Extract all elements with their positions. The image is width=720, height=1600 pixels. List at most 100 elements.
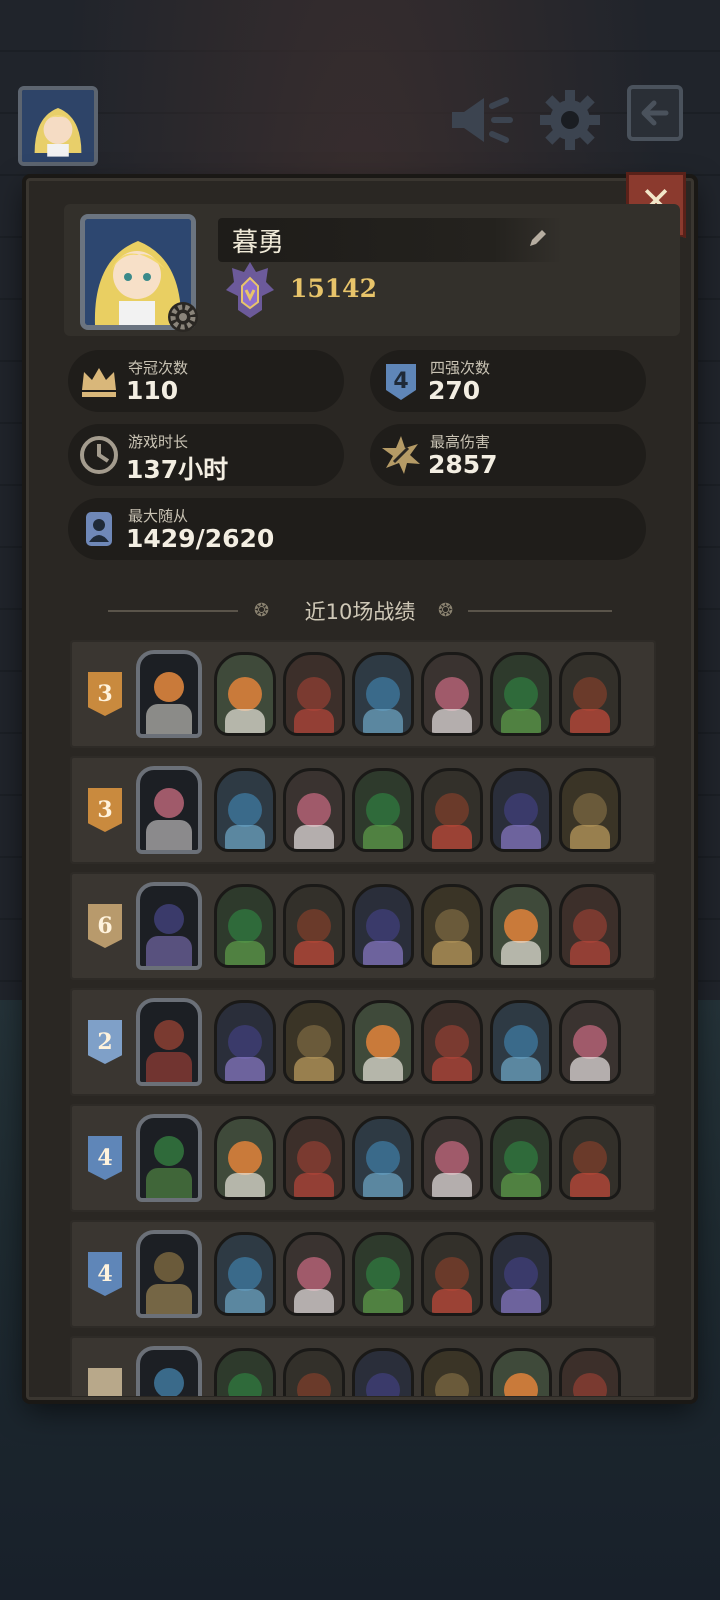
crown-icon — [82, 368, 116, 397]
rank-emblem-icon — [222, 258, 278, 322]
minion-portrait[interactable] — [421, 1000, 483, 1084]
minion-portrait[interactable] — [283, 884, 345, 968]
player-avatar-icon — [22, 90, 94, 162]
gear-icon — [540, 90, 600, 150]
minion-portrait[interactable] — [559, 1000, 621, 1084]
minion-portrait[interactable] — [214, 884, 276, 968]
stat-value: 1429/2620 — [126, 524, 275, 553]
exit-arrow-icon — [627, 85, 683, 141]
match-row[interactable]: 4 — [70, 1220, 656, 1328]
minion-face — [573, 677, 607, 711]
minion-portrait[interactable] — [421, 652, 483, 736]
minion-body — [225, 825, 265, 849]
hero-portrait[interactable] — [136, 882, 202, 970]
minion-portrait[interactable] — [421, 1348, 483, 1396]
stat-label: 游戏时长 — [128, 433, 189, 451]
minion-portrait[interactable] — [490, 768, 552, 852]
minion-face — [573, 1373, 607, 1396]
top4-shield-icon: 4 — [386, 364, 416, 400]
minion-portrait[interactable] — [214, 652, 276, 736]
minion-portrait[interactable] — [283, 652, 345, 736]
placement-number: 4 — [97, 1261, 113, 1287]
edit-name-button[interactable] — [526, 226, 550, 250]
minion-body — [294, 709, 334, 733]
minion-portrait[interactable] — [352, 1348, 414, 1396]
minion-portrait[interactable] — [283, 1232, 345, 1316]
minion-portrait[interactable] — [559, 1348, 621, 1396]
stat-value: 110 — [126, 376, 179, 405]
minion-portrait[interactable] — [283, 1348, 345, 1396]
minion-portrait[interactable] — [490, 884, 552, 968]
hero-portrait[interactable] — [136, 1230, 202, 1318]
minion-face — [366, 677, 400, 711]
minion-portrait[interactable] — [283, 1116, 345, 1200]
settings-button[interactable] — [536, 88, 604, 152]
minion-portrait[interactable] — [214, 1232, 276, 1316]
minion-body — [501, 825, 541, 849]
minion-portrait[interactable] — [352, 884, 414, 968]
minion-body — [432, 825, 472, 849]
player-name-field[interactable]: 暮勇 — [218, 218, 562, 262]
hero-portrait[interactable] — [136, 1114, 202, 1202]
minion-face — [504, 909, 538, 943]
svg-text:4: 4 — [393, 369, 408, 394]
minion-portrait[interactable] — [490, 1000, 552, 1084]
minion-portrait[interactable] — [352, 768, 414, 852]
minion-portrait[interactable] — [421, 768, 483, 852]
minion-body — [363, 941, 403, 965]
minion-portrait[interactable] — [559, 884, 621, 968]
minion-body — [432, 941, 472, 965]
match-row[interactable]: 2 — [70, 988, 656, 1096]
minion-portrait[interactable] — [421, 1232, 483, 1316]
minion-portrait[interactable] — [421, 884, 483, 968]
minion-portrait[interactable] — [283, 768, 345, 852]
minion-portrait[interactable] — [490, 1116, 552, 1200]
hero-portrait[interactable] — [136, 650, 202, 738]
minion-portrait[interactable] — [490, 1232, 552, 1316]
minion-face — [504, 1373, 538, 1396]
player-avatar-button[interactable] — [18, 86, 98, 166]
match-row[interactable]: 3 — [70, 756, 656, 864]
minion-body — [570, 1173, 610, 1197]
minion-portrait[interactable] — [214, 1348, 276, 1396]
minion-portrait[interactable] — [214, 1000, 276, 1084]
minion-body — [225, 941, 265, 965]
minion-body — [294, 1057, 334, 1081]
minion-portrait[interactable] — [214, 1116, 276, 1200]
minion-face — [228, 1141, 262, 1175]
minion-portrait[interactable] — [352, 1116, 414, 1200]
minion-portrait[interactable] — [421, 1116, 483, 1200]
minion-portrait[interactable] — [214, 768, 276, 852]
minion-portrait[interactable] — [352, 1232, 414, 1316]
hero-portrait[interactable] — [136, 766, 202, 854]
minion-face — [435, 1025, 469, 1059]
minion-face — [504, 793, 538, 827]
minion-portrait[interactable] — [559, 768, 621, 852]
minion-body — [294, 825, 334, 849]
match-row[interactable]: 6 — [70, 872, 656, 980]
recent-matches-list[interactable]: 3 3 6 2 4 4 — [66, 640, 656, 1396]
minion-portrait[interactable] — [559, 652, 621, 736]
minion-portrait[interactable] — [283, 1000, 345, 1084]
placement-number: 2 — [97, 1029, 113, 1055]
match-row[interactable] — [70, 1336, 656, 1396]
hero-portrait[interactable] — [136, 998, 202, 1086]
stat-label: 四强次数 — [430, 359, 491, 377]
match-row[interactable]: 4 — [70, 1104, 656, 1212]
minion-face — [435, 1373, 469, 1396]
hero-portrait[interactable] — [136, 1346, 202, 1396]
minion-portrait[interactable] — [352, 1000, 414, 1084]
avatar-settings-badge[interactable] — [166, 300, 200, 334]
minion-portrait[interactable] — [559, 1116, 621, 1200]
minion-portrait[interactable] — [490, 652, 552, 736]
match-row[interactable]: 3 — [70, 640, 656, 748]
stat-playtime: 游戏时长 137小时 — [68, 424, 344, 486]
minion-portrait[interactable] — [352, 652, 414, 736]
stat-top4: 4 四强次数 270 — [370, 350, 646, 412]
minion-body — [501, 1173, 541, 1197]
minion-portrait[interactable] — [490, 1348, 552, 1396]
minion-face — [297, 1025, 331, 1059]
minion-face — [297, 909, 331, 943]
megaphone-button[interactable] — [446, 88, 514, 152]
exit-button[interactable] — [626, 84, 684, 144]
